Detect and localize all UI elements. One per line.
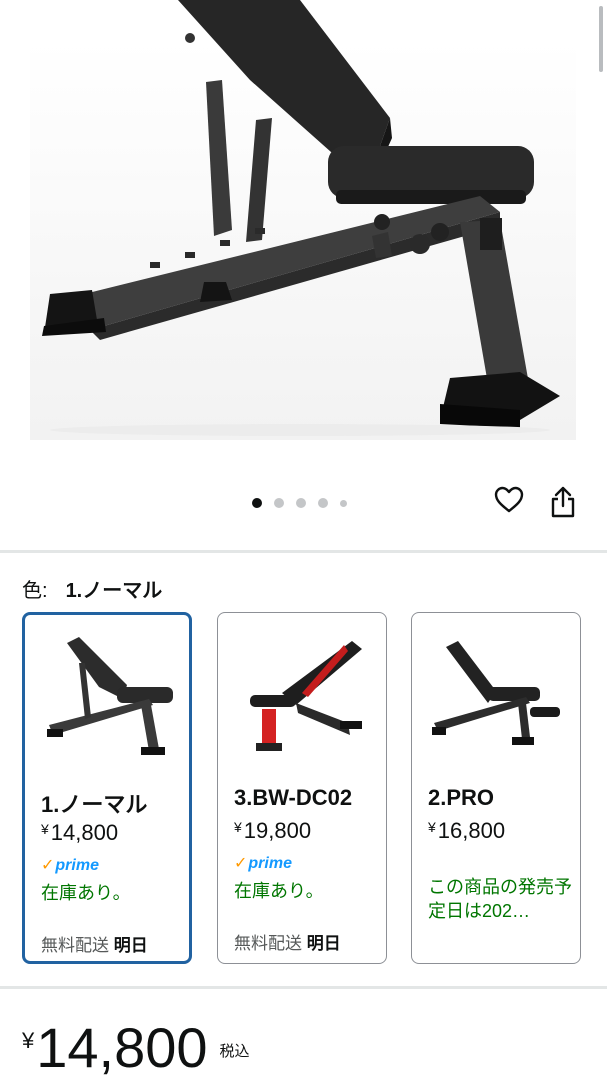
option-price-value: 16,800 [437, 818, 506, 843]
option-thumbnail [47, 637, 173, 755]
delivery-text: 無料配送 明日 [234, 929, 341, 954]
carousel-dot[interactable] [318, 498, 328, 508]
option-name: 1.ノーマル [41, 792, 148, 817]
option-price: ¥14,800 [41, 820, 118, 846]
option-name: 2.PRO [428, 785, 495, 810]
delivery-text: 無料配送 明日 [41, 931, 148, 956]
option-thumbnail [250, 641, 362, 751]
option-thumbnail [432, 641, 560, 745]
section-divider [0, 550, 607, 553]
heart-icon [494, 486, 524, 513]
share-button[interactable] [550, 486, 586, 522]
currency-symbol: ¥ [22, 1028, 35, 1053]
option-price-value: 19,800 [243, 818, 312, 843]
product-image-carousel[interactable] [0, 0, 607, 548]
carousel-dot[interactable] [296, 498, 306, 508]
carousel-indicator[interactable] [252, 498, 359, 508]
variation-selected-value: 1.ノーマル [65, 580, 163, 602]
delivery-label: 無料配送 [234, 934, 302, 953]
variation-label-row: 色: 1.ノーマル [22, 574, 162, 603]
variation-option-normal[interactable]: 1.ノーマル ¥14,800 ✓prime 在庫あり。 無料配送 明日 [22, 612, 192, 964]
availability-text: 在庫あり。 [234, 881, 324, 901]
delivery-day: 明日 [113, 936, 148, 955]
variation-label: 色: [22, 580, 48, 602]
prime-label: prime [248, 855, 292, 872]
prime-check-icon: ✓ [41, 857, 55, 874]
availability-text: 在庫あり。 [41, 883, 131, 903]
availability-text: この商品の発売予定日は202… [428, 877, 572, 921]
currency-symbol: ¥ [41, 821, 49, 837]
carousel-dot[interactable] [274, 498, 284, 508]
option-name: 3.BW-DC02 [234, 785, 353, 810]
option-price: ¥16,800 [428, 818, 505, 844]
currency-symbol: ¥ [428, 819, 436, 835]
carousel-dot[interactable] [252, 498, 262, 508]
variation-option-pro[interactable]: 2.PRO ¥16,800 この商品の発売予定日は202… [411, 612, 581, 964]
wishlist-button[interactable] [494, 486, 530, 522]
share-icon [551, 486, 575, 518]
option-price: ¥19,800 [234, 818, 311, 844]
delivery-label: 無料配送 [41, 936, 109, 955]
variation-option-bw-dc02[interactable]: 3.BW-DC02 ¥19,800 ✓prime 在庫あり。 無料配送 明日 [217, 612, 387, 964]
prime-badge: ✓prime [41, 855, 99, 875]
delivery-day: 明日 [306, 934, 341, 953]
section-divider [0, 986, 607, 989]
carousel-dot[interactable] [340, 499, 347, 507]
main-price: ¥ 14,800 税込 [22, 1018, 250, 1078]
product-image [30, 0, 576, 440]
prime-badge: ✓prime [234, 853, 292, 873]
option-price-value: 14,800 [50, 820, 119, 845]
prime-label: prime [55, 857, 99, 874]
tax-note: 税込 [219, 1043, 250, 1060]
currency-symbol: ¥ [234, 819, 242, 835]
page-scrollbar[interactable] [599, 6, 603, 72]
prime-check-icon: ✓ [234, 855, 248, 872]
price-amount: 14,800 [36, 1016, 208, 1079]
